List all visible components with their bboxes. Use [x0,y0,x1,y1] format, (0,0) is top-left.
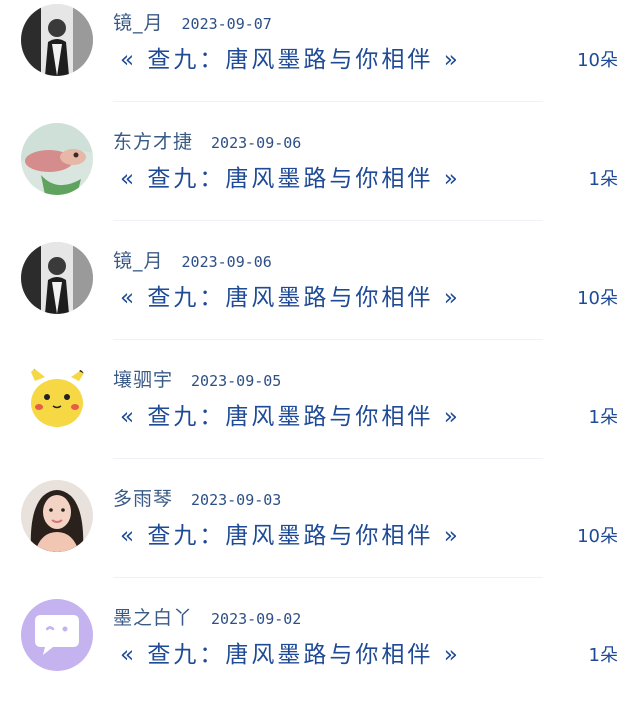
user-name[interactable]: 镜_月 [113,8,164,35]
divider [113,101,543,102]
avatar[interactable] [21,599,93,671]
divider [113,458,543,459]
avatar[interactable] [21,480,93,552]
flower-count: 1朵 [588,169,618,190]
list-item[interactable]: 镜_月 2023-09-06 « 查九：唐风墨路与你相伴 » 10朵 [0,238,640,357]
woman-photo-icon [21,480,93,552]
flower-count: 1朵 [588,645,618,666]
gift-record-list: 镜_月 2023-09-07 « 查九：唐风墨路与你相伴 » 10朵 东方才捷 … [0,0,640,714]
date: 2023-09-06 [181,253,272,271]
user-name[interactable]: 壤驷宇 [113,365,173,392]
list-item[interactable]: 墨之白丫 2023-09-02 « 查九：唐风墨路与你相伴 » 1朵 [0,595,640,714]
list-item[interactable]: 多雨琴 2023-09-03 « 查九：唐风墨路与你相伴 » 10朵 [0,476,640,595]
flower-count: 1朵 [588,407,618,428]
list-item[interactable]: 壤驷宇 2023-09-05 « 查九：唐风墨路与你相伴 » 1朵 [0,357,640,476]
user-name[interactable]: 墨之白丫 [113,603,193,630]
person-photo-icon [21,4,93,76]
date: 2023-09-03 [191,491,282,509]
avatar[interactable] [21,361,93,433]
avatar[interactable] [21,123,93,195]
work-title[interactable]: « 查九：唐风墨路与你相伴 » [120,40,461,74]
work-title[interactable]: « 查九：唐风墨路与你相伴 » [120,635,461,669]
divider [113,220,543,221]
work-title[interactable]: « 查九：唐风墨路与你相伴 » [120,516,461,550]
fish-photo-icon [21,123,93,195]
work-title[interactable]: « 查九：唐风墨路与你相伴 » [120,397,461,431]
avatar[interactable] [21,4,93,76]
work-title[interactable]: « 查九：唐风墨路与你相伴 » [120,278,461,312]
person-photo-icon [21,242,93,314]
date: 2023-09-05 [191,372,282,390]
flower-count: 10朵 [577,288,618,309]
avatar[interactable] [21,242,93,314]
work-title[interactable]: « 查九：唐风墨路与你相伴 » [120,159,461,193]
chat-bubble-icon [21,599,93,671]
date: 2023-09-02 [211,610,302,628]
date: 2023-09-07 [181,15,272,33]
user-name[interactable]: 东方才捷 [113,127,193,154]
list-item[interactable]: 东方才捷 2023-09-06 « 查九：唐风墨路与你相伴 » 1朵 [0,119,640,238]
divider [113,577,543,578]
pikachu-icon [21,361,93,433]
user-name[interactable]: 镜_月 [113,246,164,273]
flower-count: 10朵 [577,50,618,71]
flower-count: 10朵 [577,526,618,547]
list-item[interactable]: 镜_月 2023-09-07 « 查九：唐风墨路与你相伴 » 10朵 [0,0,640,119]
date: 2023-09-06 [211,134,302,152]
divider [113,339,543,340]
user-name[interactable]: 多雨琴 [113,484,173,511]
